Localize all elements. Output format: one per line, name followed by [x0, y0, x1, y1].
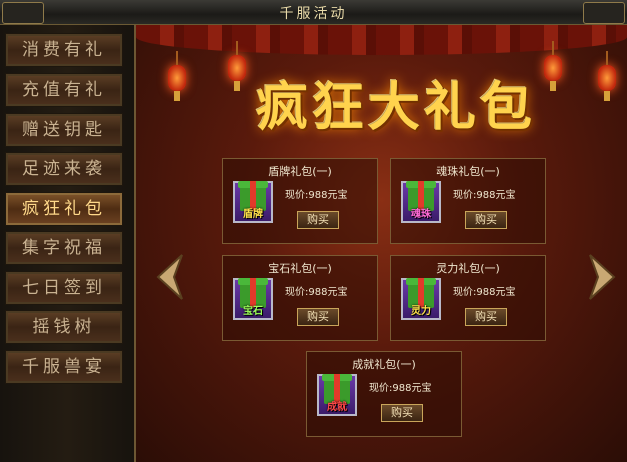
window-titlebar: 千服活动 — [0, 0, 627, 25]
pack-card-achievement: 成就礼包(一) 成就 现价:988元宝 购买 — [306, 351, 462, 437]
titlebar-ornament-right — [583, 2, 625, 24]
sidebar-item-crazy-pack[interactable]: 疯狂礼包 — [5, 192, 123, 226]
buy-button[interactable]: 购买 — [465, 211, 507, 229]
activity-panel: 疯狂大礼包 盾牌礼包(一) 盾牌 现价:988元宝 购买 魂珠礼包(一) 魂珠 … — [134, 25, 627, 462]
pack-icon-label: 盾牌 — [243, 209, 263, 220]
pack-price: 现价:988元宝 — [285, 190, 348, 201]
pack-price: 现价:988元宝 — [285, 287, 348, 298]
pack-icon-label: 灵力 — [411, 306, 431, 317]
buy-button[interactable]: 购买 — [381, 404, 423, 422]
arrow-left-icon[interactable] — [156, 253, 184, 301]
lantern-icon — [598, 51, 616, 101]
sidebar-item-recharge-gift[interactable]: 充值有礼 — [5, 73, 123, 107]
sidebar: 消费有礼 充值有礼 赠送钥匙 足迹来袭 疯狂礼包 集字祝福 七日签到 摇钱树 千… — [0, 25, 134, 462]
banner-title: 疯狂大礼包 — [255, 77, 536, 138]
gift-box-icon[interactable]: 宝石 — [233, 278, 273, 320]
pack-card-spirit: 灵力礼包(一) 灵力 现价:988元宝 购买 — [390, 255, 546, 341]
pack-icon-label: 宝石 — [243, 306, 263, 317]
gift-box-icon[interactable]: 魂珠 — [401, 181, 441, 223]
sidebar-item-word-blessing[interactable]: 集字祝福 — [5, 231, 123, 265]
pack-name: 盾牌礼包(一) — [268, 165, 332, 178]
buy-button[interactable]: 购买 — [297, 211, 339, 229]
window-title: 千服活动 — [279, 6, 348, 22]
gift-box-icon[interactable]: 盾牌 — [233, 181, 273, 223]
pack-name: 成就礼包(一) — [352, 358, 416, 371]
pack-price: 现价:988元宝 — [453, 190, 516, 201]
buy-button[interactable]: 购买 — [297, 308, 339, 326]
pack-name: 宝石礼包(一) — [268, 262, 332, 275]
pack-icon-label: 成就 — [327, 402, 347, 413]
pack-card-gem: 宝石礼包(一) 宝石 现价:988元宝 购买 — [222, 255, 378, 341]
lantern-icon — [168, 51, 186, 101]
pack-name: 灵力礼包(一) — [436, 262, 500, 275]
sidebar-item-seven-day-signin[interactable]: 七日签到 — [5, 271, 123, 305]
sidebar-item-money-tree[interactable]: 摇钱树 — [5, 310, 123, 344]
pack-icon-label: 魂珠 — [411, 209, 431, 220]
pack-name: 魂珠礼包(一) — [436, 165, 500, 178]
pack-card-shield: 盾牌礼包(一) 盾牌 现价:988元宝 购买 — [222, 158, 378, 244]
buy-button[interactable]: 购买 — [465, 308, 507, 326]
sidebar-item-footprints[interactable]: 足迹来袭 — [5, 152, 123, 186]
pack-price: 现价:988元宝 — [369, 383, 432, 394]
gift-box-icon[interactable]: 成就 — [317, 374, 357, 416]
pack-price: 现价:988元宝 — [453, 287, 516, 298]
gift-box-icon[interactable]: 灵力 — [401, 278, 441, 320]
sidebar-item-gift-key[interactable]: 赠送钥匙 — [5, 113, 123, 147]
sidebar-item-consume-gift[interactable]: 消费有礼 — [5, 33, 123, 67]
sidebar-item-beast-feast[interactable]: 千服兽宴 — [5, 350, 123, 384]
pack-card-soul-orb: 魂珠礼包(一) 魂珠 现价:988元宝 购买 — [390, 158, 546, 244]
arrow-right-icon[interactable] — [588, 253, 616, 301]
